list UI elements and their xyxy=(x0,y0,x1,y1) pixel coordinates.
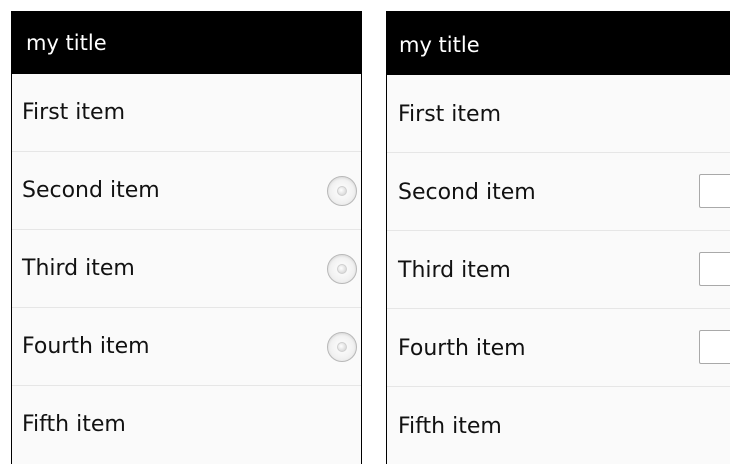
left-title: my title xyxy=(26,31,107,55)
right-panel: my title First item Second item Third it… xyxy=(386,11,730,464)
left-list-item-third[interactable]: Third item xyxy=(12,230,361,308)
right-item-label: Second item xyxy=(398,180,536,205)
radio-button[interactable] xyxy=(327,176,357,206)
right-item-label: Third item xyxy=(398,258,511,283)
left-list-item-fifth[interactable]: Fifth item xyxy=(12,386,361,464)
right-list-item-second[interactable]: Second item xyxy=(387,153,730,231)
radio-button[interactable] xyxy=(327,332,357,362)
left-list: First item Second item Third item Fourth… xyxy=(12,74,361,464)
left-list-item-fourth[interactable]: Fourth item xyxy=(12,308,361,386)
right-list-item-first[interactable]: First item xyxy=(387,75,730,153)
right-list-item-fifth[interactable]: Fifth item xyxy=(387,387,730,464)
right-item-label: Fifth item xyxy=(398,414,502,439)
right-list: First item Second item Third item Fourth… xyxy=(387,75,730,464)
left-list-item-second[interactable]: Second item xyxy=(12,152,361,230)
left-item-label: Fifth item xyxy=(22,412,126,437)
left-panel: my title First item Second item Third it… xyxy=(11,11,362,464)
left-title-bar: my title xyxy=(12,12,361,74)
right-title: my title xyxy=(399,33,480,57)
right-item-label: Fourth item xyxy=(398,336,526,361)
right-list-item-fourth[interactable]: Fourth item xyxy=(387,309,730,387)
radio-button[interactable] xyxy=(327,254,357,284)
left-item-label: Fourth item xyxy=(22,334,150,359)
checkbox[interactable] xyxy=(699,252,730,286)
right-title-bar: my title xyxy=(387,12,730,75)
left-item-label: Third item xyxy=(22,256,135,281)
left-item-label: First item xyxy=(22,100,125,125)
right-list-item-third[interactable]: Third item xyxy=(387,231,730,309)
left-item-label: Second item xyxy=(22,178,160,203)
checkbox[interactable] xyxy=(699,330,730,364)
right-item-label: First item xyxy=(398,102,501,127)
left-list-item-first[interactable]: First item xyxy=(12,74,361,152)
checkbox[interactable] xyxy=(699,174,730,208)
